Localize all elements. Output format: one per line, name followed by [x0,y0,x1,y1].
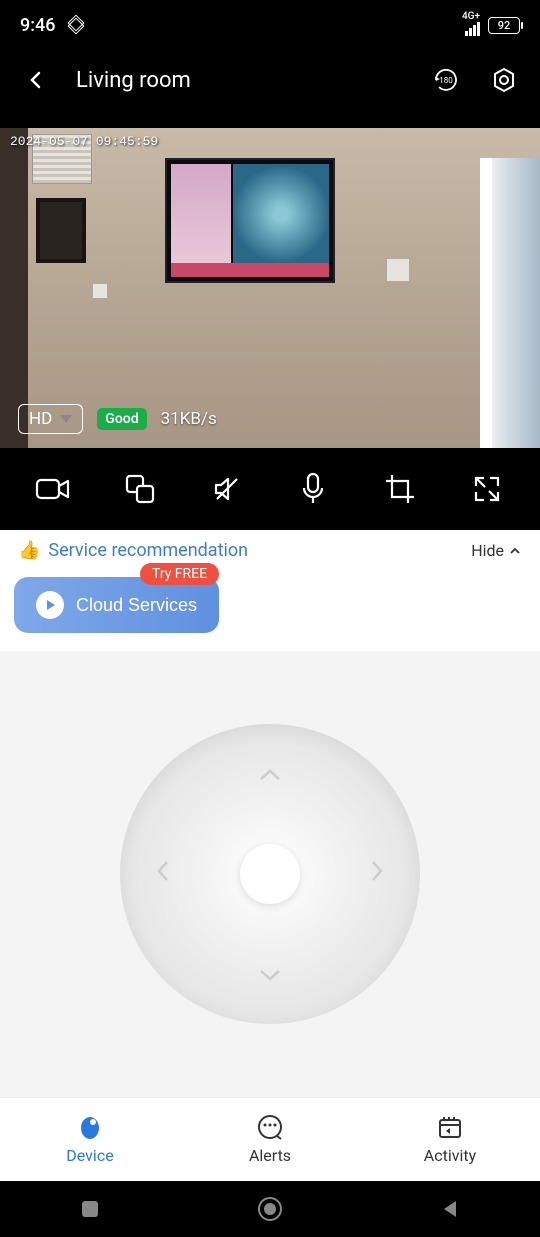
ptz-center-button[interactable] [240,844,300,904]
scene-switch [386,258,410,282]
recommendation-label[interactable]: Service recommendation [48,540,463,561]
ptz-right-icon [370,859,384,889]
ptz-left-icon [156,859,170,889]
square-icon [80,1199,100,1219]
battery-indicator: 92 [488,17,520,34]
app-header: Living room 180 [0,50,540,110]
mic-button[interactable] [289,465,337,513]
nav-alerts-label: Alerts [249,1146,291,1165]
multiview-icon [123,472,157,506]
try-free-badge: Try FREE [140,563,219,585]
bitrate-label: 31KB/s [161,409,217,429]
triangle-left-icon [439,1198,461,1220]
scene-picture-frame [36,198,86,263]
hexagon-settings-icon [490,66,518,94]
ptz-down-icon [258,960,282,988]
speaker-mute-icon [210,472,244,506]
page-title: Living room [76,68,406,93]
cloud-services-button[interactable]: Cloud Services [14,577,219,633]
rotate-180-button[interactable]: 180 [428,62,464,98]
settings-button[interactable] [486,62,522,98]
quality-value: HD [29,409,52,429]
ptz-panel [0,651,540,1097]
connection-badge: Good [97,408,146,430]
nav-alerts[interactable]: Alerts [180,1098,360,1181]
svg-text:180: 180 [439,76,453,85]
layers-icon [67,17,83,33]
rotate-180-icon: 180 [431,65,461,95]
video-camera-icon [35,474,71,504]
status-time: 9:46 [20,15,55,36]
chevron-left-icon [26,70,46,90]
record-button[interactable] [29,465,77,513]
quality-selector[interactable]: HD [18,404,83,434]
hide-button[interactable]: Hide [471,541,522,560]
status-bar: 9:46 4G+ 92 [0,0,540,50]
circle-icon [257,1196,283,1222]
nav-device[interactable]: Device [0,1098,180,1181]
device-icon [77,1114,103,1140]
scene-window [480,158,540,448]
scene-tv [165,158,335,283]
mute-button[interactable] [203,465,251,513]
cloud-services-label: Cloud Services [76,595,197,616]
bottom-nav: Device Alerts Activity [0,1097,540,1181]
dropdown-triangle-icon [60,415,72,423]
microphone-icon [299,472,327,506]
activity-icon [437,1114,463,1140]
scene-door [0,128,28,448]
sys-back-button[interactable] [436,1195,464,1223]
expand-icon [472,474,502,504]
sys-home-button[interactable] [256,1195,284,1223]
camera-feed[interactable]: 2024-05-07 09:45:59 HD Good 31KB/s [0,128,540,448]
chevron-up-icon [508,544,522,558]
ptz-joystick[interactable] [120,724,420,1024]
ptz-up-icon [258,760,282,788]
multiview-button[interactable] [116,465,164,513]
sys-recent-button[interactable] [76,1195,104,1223]
video-timestamp: 2024-05-07 09:45:59 [10,134,158,149]
nav-activity[interactable]: Activity [360,1098,540,1181]
nav-activity-label: Activity [424,1146,476,1165]
signal-icon [465,22,480,36]
nav-device-label: Device [66,1146,113,1165]
recommendation-row: 👍 Service recommendation Hide [0,530,540,571]
thumbs-up-icon: 👍 [18,540,40,561]
fullscreen-button[interactable] [463,465,511,513]
network-label: 4G+ [462,12,480,22]
scene-switch [92,283,108,299]
system-nav [0,1181,540,1237]
crop-icon [383,472,417,506]
back-button[interactable] [18,62,54,98]
cloud-play-icon [36,591,64,619]
screenshot-button[interactable] [376,465,424,513]
alerts-icon [257,1114,283,1140]
video-controls [0,448,540,530]
